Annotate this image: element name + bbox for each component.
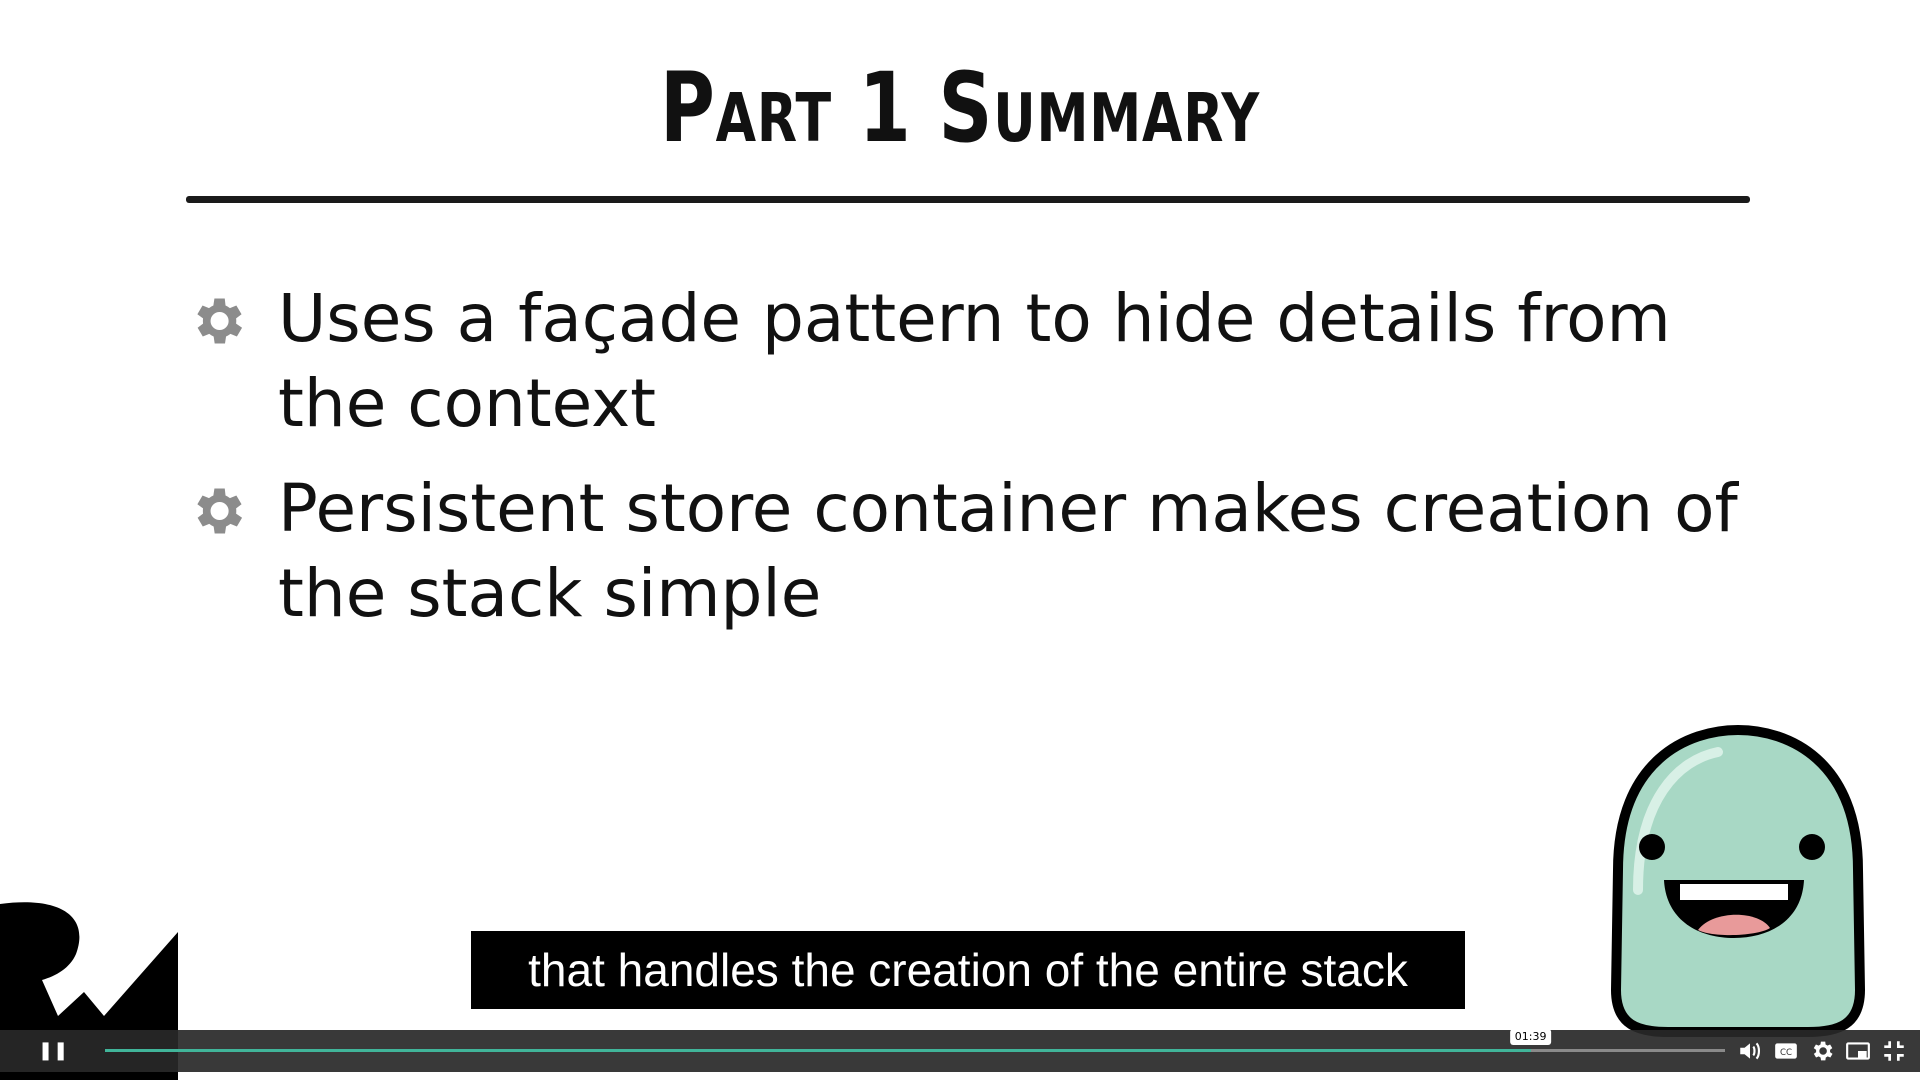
mascot-illustration [1610,724,1866,1037]
settings-gear-icon[interactable] [1809,1038,1835,1064]
time-tooltip: 01:39 [1509,1029,1552,1045]
bullet-item: Persistent store container makes creatio… [186,466,1746,636]
pause-icon[interactable]: ❚❚ [38,1040,68,1062]
subtitle-caption: that handles the creation of the entire … [471,931,1465,1009]
gear-bullet-icon [197,488,243,534]
slide-title: Part 1 Summary [659,52,1261,164]
bullet-text: Persistent store container makes creatio… [278,470,1738,632]
video-control-bar: ❚❚ 01:39 CC [0,1029,1920,1072]
progress-bar[interactable]: 01:39 [105,1029,1725,1052]
title-divider [186,196,1750,203]
progress-fill [105,1049,1531,1052]
svg-text:CC: CC [1780,1048,1792,1058]
bullet-text: Uses a façade pattern to hide details fr… [278,280,1671,442]
exit-fullscreen-icon[interactable] [1881,1038,1907,1064]
picture-in-picture-icon[interactable] [1845,1038,1871,1064]
closed-captions-icon[interactable]: CC [1773,1038,1799,1064]
volume-icon[interactable] [1737,1038,1763,1064]
bullet-list: Uses a façade pattern to hide details fr… [186,276,1746,656]
gear-bullet-icon [197,298,243,344]
bullet-item: Uses a façade pattern to hide details fr… [186,276,1746,446]
